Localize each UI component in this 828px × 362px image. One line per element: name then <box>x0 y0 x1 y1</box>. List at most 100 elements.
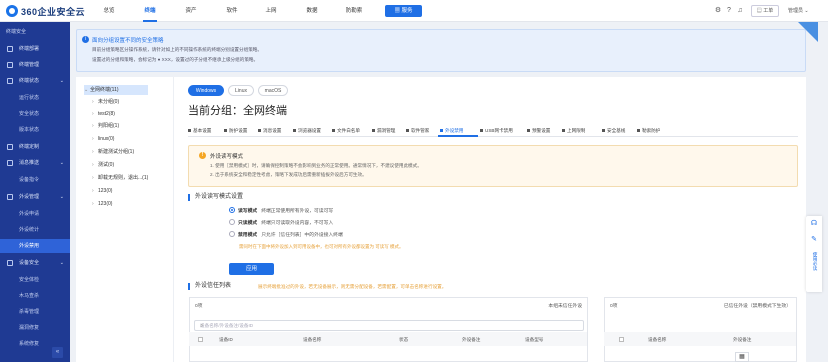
tree-node[interactable]: › 测试(0) <box>92 160 114 170</box>
untrusted-count: 0项 <box>195 304 203 309</box>
logo[interactable]: 360企业安全云 <box>6 5 85 17</box>
trusted-count: 0项 <box>610 304 618 309</box>
topnav-data[interactable]: 数据 <box>299 0 325 22</box>
sidebar-sub-peripheral-disable[interactable]: 外设禁用 <box>0 239 70 253</box>
tree-node-label: 123(0) <box>98 188 113 194</box>
sidebar-sub-peripheral-apply[interactable]: 外设申请 <box>0 207 70 221</box>
tab-label: 勒索防护 <box>642 128 661 133</box>
col-model: 设备型号 <box>525 337 544 342</box>
tree-node[interactable]: › 卸载无规则，退出...(1) <box>92 173 148 183</box>
sidebar-item-status[interactable]: 终端状态 ⌄ <box>0 74 70 88</box>
search-icon[interactable]: ⌕ <box>200 323 206 329</box>
sidebar-sub-trojan-scan[interactable]: 木马查杀 <box>0 289 70 303</box>
tab-divider <box>188 136 798 137</box>
headset-icon[interactable]: ☊ <box>810 220 818 228</box>
chevron-down-icon: ⌄ <box>59 194 64 200</box>
sidebar-sub-health-check[interactable]: 安全体检 <box>0 273 70 287</box>
service-button[interactable]: ▦ 服务 <box>385 5 422 17</box>
tab-message[interactable]: 消息设置 <box>258 126 281 135</box>
radio-read-only[interactable]: 只读模式 终端只可读取外设内容，不可写入 <box>229 218 333 228</box>
tree-node[interactable]: › 新建测试分组(1) <box>92 147 134 157</box>
topnav-assets[interactable]: 资产 <box>178 0 204 22</box>
terminal-icon <box>7 62 13 68</box>
tree-node-label: 未分组(0) <box>98 99 120 105</box>
rw-hint: 需同时在下面中将外设加入到可用设备中，也可对所有外设都设置为 可读写 模式。 <box>239 244 404 249</box>
tab-macos[interactable]: macOS <box>258 85 288 96</box>
edit-icon[interactable]: ✎ <box>810 236 818 244</box>
ticket-button[interactable]: ▤ 工单 <box>751 5 779 17</box>
bell-icon[interactable]: ♫ <box>736 7 744 15</box>
tab-basic[interactable]: 基本设置 <box>188 126 211 135</box>
table-settings-icon[interactable]: ▦ <box>735 352 749 362</box>
topnav-anti-ransomware[interactable]: 防勒索 <box>338 0 370 22</box>
tree-node[interactable]: › test2(8) <box>92 109 115 119</box>
collapse-sidebar-icon[interactable]: « <box>52 347 63 358</box>
tree-node[interactable]: › 123(0) <box>92 199 112 209</box>
tab-icon <box>602 129 605 133</box>
sidebar-sub-version-status[interactable]: 版本状态 <box>0 123 70 137</box>
tree-node[interactable]: › 未分组(0) <box>92 97 119 107</box>
trusted-box: 0项 已信任外设（禁用模式下生效） <box>604 297 797 362</box>
right-dock: ☊ ✎ 使用必读 <box>806 216 822 292</box>
gear-icon[interactable]: ⚙ <box>714 7 722 15</box>
grid-icon: ▦ <box>394 8 402 14</box>
select-all-checkbox[interactable] <box>198 337 203 342</box>
tree-node-all[interactable]: ⌄ 全网终端(11) <box>84 85 148 95</box>
search-input[interactable]: 设备名称/外设备注/设备ID ⌕ <box>194 320 584 331</box>
sidebar-sub-antivirus[interactable]: 杀毒管理 <box>0 305 70 319</box>
untrusted-title: 本组未信任外设 <box>548 304 582 309</box>
help-icon[interactable]: ? <box>725 7 733 15</box>
tab-baseline[interactable]: 安全基线 <box>602 126 625 135</box>
tab-label: 预警设置 <box>532 128 551 133</box>
radio-icon <box>229 218 235 225</box>
sidebar-item-custom[interactable]: 终端定制 <box>0 140 70 154</box>
tab-icon <box>293 129 296 133</box>
tab-browser[interactable]: 浏览器设置 <box>293 126 321 135</box>
tab-ransomware[interactable]: 勒索防护 <box>637 126 660 135</box>
warning-icon: ! <box>199 152 206 159</box>
tree-node[interactable]: › 123(0) <box>92 186 112 196</box>
col-remark: 外设备注 <box>462 337 481 342</box>
tab-usb-nic[interactable]: USB网卡禁用 <box>480 126 513 135</box>
sidebar-item-peripheral[interactable]: 外设管理 ⌄ <box>0 190 70 204</box>
tab-protection[interactable]: 防护设置 <box>224 126 247 135</box>
tree-divider <box>173 77 174 362</box>
brand-logo-icon <box>6 5 18 17</box>
rw-section-title: 外设读写模式设置 <box>188 194 243 201</box>
topnav-terminal[interactable]: 终端 <box>137 0 163 22</box>
option-name: 禁用模式 <box>238 233 258 238</box>
select-all-checkbox[interactable] <box>619 337 624 342</box>
tab-windows[interactable]: Windows <box>188 85 224 96</box>
sidebar-sub-peripheral-stats[interactable]: 外设统计 <box>0 223 70 237</box>
sidebar-sub-run-status[interactable]: 运行状态 <box>0 91 70 105</box>
topnav-internet[interactable]: 上网 <box>258 0 284 22</box>
radio-disable[interactable]: 禁用模式 只允许［信任列表］中的外设接入终端 <box>229 230 343 240</box>
user-menu[interactable]: 管理员 ⌄ <box>788 0 809 22</box>
brand-name: 360企业安全云 <box>21 6 86 17</box>
sidebar-item-device-security[interactable]: 设备安全 ⌄ <box>0 256 70 270</box>
sidebar-sub-device-cmd[interactable]: 设备指令 <box>0 173 70 187</box>
tab-software[interactable]: 软件管家 <box>406 126 429 135</box>
apply-button[interactable]: 应用 <box>229 263 274 275</box>
sidebar-item-deploy[interactable]: 终端部署 <box>0 42 70 56</box>
sidebar-item-label: 设备安全 <box>19 260 40 266</box>
tab-internet-limit[interactable]: 上网限制 <box>562 126 585 135</box>
topnav-software[interactable]: 软件 <box>219 0 245 22</box>
tab-vuln[interactable]: 漏洞管理 <box>372 126 395 135</box>
tab-alert[interactable]: 预警设置 <box>527 126 550 135</box>
sidebar-sub-security-status[interactable]: 安全状态 <box>0 107 70 121</box>
tab-file-whitelist[interactable]: 文件白名单 <box>332 126 360 135</box>
tree-node[interactable]: › linux(0) <box>92 134 114 144</box>
chevron-down-icon: ⌄ <box>59 260 64 266</box>
tab-label: 外设禁用 <box>445 128 464 133</box>
tab-linux[interactable]: Linux <box>228 85 254 96</box>
tree-node[interactable]: › 判阳组(1) <box>92 121 119 131</box>
sidebar-item-push[interactable]: 消息推送 ⌄ <box>0 156 70 170</box>
sidebar-sub-vuln-fix[interactable]: 漏洞修复 <box>0 321 70 335</box>
radio-read-write[interactable]: 读写模式 终端正常使用所有外设，可读可写 <box>229 206 333 216</box>
search-placeholder: 设备名称/外设备注/设备ID <box>200 323 254 328</box>
topnav-overview[interactable]: 总览 <box>96 0 122 22</box>
usage-guide-link[interactable]: 使用必读 <box>810 252 818 270</box>
sidebar-item-manage[interactable]: 终端管理 <box>0 58 70 72</box>
tab-peripheral-disable[interactable]: 外设禁用 <box>440 126 463 135</box>
